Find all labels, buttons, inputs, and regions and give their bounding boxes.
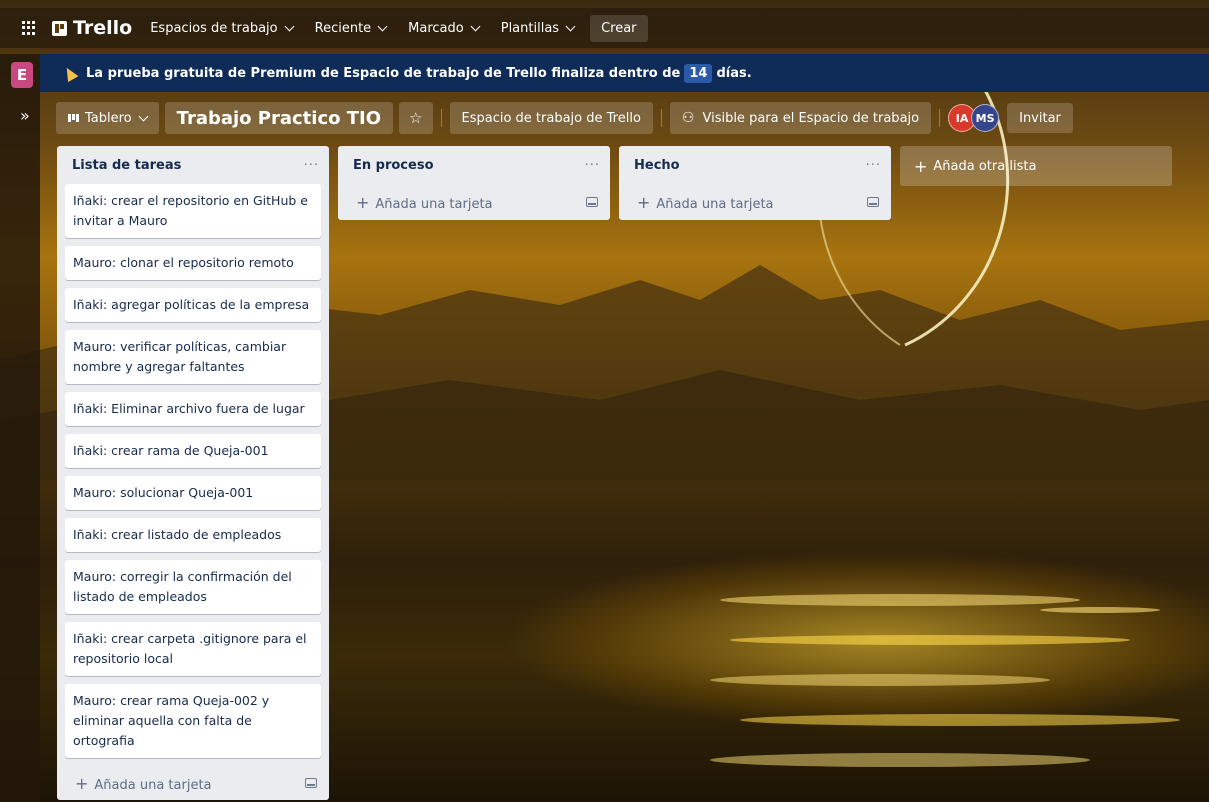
plus-icon: + <box>356 192 370 212</box>
create-button[interactable]: Crear <box>590 14 648 42</box>
card[interactable]: Iñaki: crear el repositorio en GitHub e … <box>65 184 321 238</box>
card[interactable]: Iñaki: Eliminar archivo fuera de lugar <box>65 392 321 426</box>
list-en-proceso: En proceso ··· + Añada una tarjeta <box>338 146 610 220</box>
workspace-button[interactable]: Espacio de trabajo de Trello <box>449 102 653 134</box>
trello-logo-icon <box>52 20 67 36</box>
more-options-icon[interactable]: ··· <box>304 158 319 173</box>
add-card-label: Añada una tarjeta <box>656 196 774 212</box>
star-icon[interactable]: ☆ <box>399 102 433 134</box>
nav-workspaces-label: Espacios de trabajo <box>150 20 278 36</box>
trello-logo-text: Trello <box>73 17 133 39</box>
people-icon: ⚇ <box>681 110 695 126</box>
list-lista-de-tareas: Lista de tareas ··· Iñaki: crear el repo… <box>57 146 329 800</box>
list-header: Lista de tareas ··· <box>57 146 329 184</box>
invite-button[interactable]: Invitar <box>1007 103 1073 133</box>
banner-days-badge: 14 <box>684 63 713 83</box>
add-list-button[interactable]: + Añada otra lista <box>900 146 1172 186</box>
header-divider <box>939 109 941 127</box>
nav-starred-label: Marcado <box>408 20 464 36</box>
more-options-icon[interactable]: ··· <box>585 158 600 173</box>
card[interactable]: Iñaki: crear carpeta .gitignore para el … <box>65 622 321 676</box>
nav-starred[interactable]: Marcado <box>408 20 481 36</box>
add-card-label: Añada una tarjeta <box>375 196 493 212</box>
party-popper-icon <box>61 64 79 82</box>
card-template-icon[interactable] <box>305 778 317 788</box>
chevron-down-icon <box>470 21 481 31</box>
chevron-down-icon <box>138 111 149 121</box>
card[interactable]: Mauro: crear rama Queja-002 y eliminar a… <box>65 684 321 758</box>
chevron-down-icon <box>565 21 576 31</box>
list-title[interactable]: Hecho <box>634 158 680 173</box>
plus-icon: + <box>914 156 928 176</box>
card-template-icon[interactable] <box>586 197 598 207</box>
banner-text: La prueba gratuita de Premium de Espacio… <box>86 65 681 81</box>
board-icon <box>68 114 79 122</box>
header-divider <box>660 109 662 127</box>
card[interactable]: Iñaki: crear rama de Queja-001 <box>65 434 321 468</box>
trial-banner: La prueba gratuita de Premium de Espacio… <box>40 54 1209 92</box>
card-template-icon[interactable] <box>867 197 879 207</box>
list-header: Hecho ··· <box>619 146 891 184</box>
card[interactable]: Mauro: clonar el repositorio remoto <box>65 246 321 280</box>
board-title[interactable]: Trabajo Practico TIO <box>164 102 394 134</box>
card[interactable]: Mauro: solucionar Queja-001 <box>65 476 321 510</box>
workspace-avatar[interactable]: E <box>11 62 33 88</box>
add-card-label: Añada una tarjeta <box>94 777 212 793</box>
trello-logo[interactable]: Trello <box>52 17 132 39</box>
visibility-button[interactable]: ⚇ Visible para el Espacio de trabajo <box>669 102 932 134</box>
card[interactable]: Iñaki: crear listado de empleados <box>65 518 321 552</box>
card[interactable]: Mauro: verificar políticas, cambiar nomb… <box>65 330 321 384</box>
list-hecho: Hecho ··· + Añada una tarjeta <box>619 146 891 220</box>
board-header: Tablero Trabajo Practico TIO ☆ Espacio d… <box>40 98 1209 138</box>
nav-workspaces[interactable]: Espacios de trabajo <box>150 20 295 36</box>
top-navigation: Trello Espacios de trabajo Reciente Marc… <box>0 8 1209 48</box>
chevron-down-icon <box>284 21 295 31</box>
nav-recent-label: Reciente <box>314 20 372 36</box>
chevron-down-icon <box>377 21 388 31</box>
nav-templates[interactable]: Plantillas <box>500 20 576 36</box>
add-list-label: Añada otra lista <box>933 158 1037 174</box>
workspace-sidebar <box>0 54 40 802</box>
member-avatar-ms[interactable]: MS <box>971 104 1000 132</box>
double-chevron-right-icon[interactable]: » <box>20 108 30 124</box>
list-title[interactable]: Lista de tareas <box>72 158 181 173</box>
add-card-button[interactable]: + Añada una tarjeta <box>338 184 610 220</box>
list-header: En proceso ··· <box>338 146 610 184</box>
add-card-button[interactable]: + Añada una tarjeta <box>57 766 329 800</box>
list-title[interactable]: En proceso <box>353 158 434 173</box>
add-card-button[interactable]: + Añada una tarjeta <box>619 184 891 220</box>
app-switcher-icon[interactable] <box>22 21 36 35</box>
board-view-switcher[interactable]: Tablero <box>56 102 159 134</box>
board-view-label: Tablero <box>85 110 132 126</box>
card[interactable]: Mauro: corregir la confirmación del list… <box>65 560 321 614</box>
header-divider <box>440 109 442 127</box>
nav-recent[interactable]: Reciente <box>314 20 388 36</box>
nav-templates-label: Plantillas <box>500 20 560 36</box>
plus-icon: + <box>75 773 89 793</box>
more-options-icon[interactable]: ··· <box>866 158 881 173</box>
banner-text-suffix: días. <box>716 65 752 81</box>
card[interactable]: Iñaki: agregar políticas de la empresa <box>65 288 321 322</box>
plus-icon: + <box>637 192 651 212</box>
visibility-label: Visible para el Espacio de trabajo <box>702 110 920 126</box>
